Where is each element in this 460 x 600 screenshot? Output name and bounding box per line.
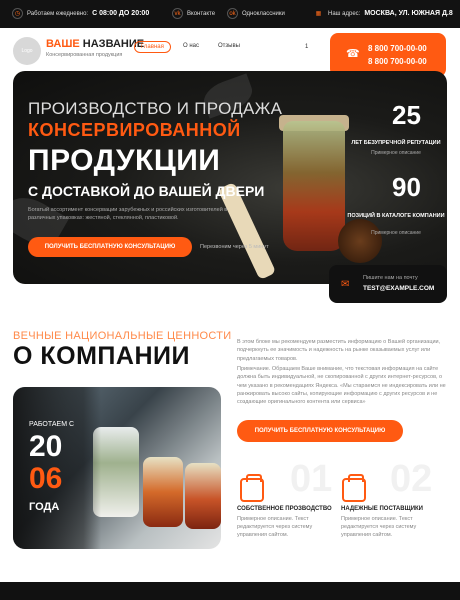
mail-icon: ✉ (341, 279, 350, 290)
phone-1[interactable]: 8 800 700-00-00 (368, 44, 427, 53)
top-bar: ◷ Работаем ежедневно: С 08:00 ДО 20:00 v… (0, 0, 460, 28)
since-label: РАБОТАЕМ С (29, 421, 75, 428)
hours-label: Работаем ежедневно: (27, 10, 89, 17)
stat-years-value: 25 (392, 100, 421, 130)
phone-2[interactable]: 8 800 700-00-00 (368, 57, 427, 66)
social-ok-label: Одноклассники (242, 10, 285, 17)
hero-description: Богатый ассортимент консервации зарубежн… (28, 207, 228, 221)
about-kicker: ВЕЧНЫЕ НАЦИОНАЛЬНЫЕ ЦЕННОСТИ (13, 330, 232, 342)
hero-callback-note: Перезвоним через 5 минут (200, 244, 269, 250)
feature-1-number: 01 (290, 458, 333, 500)
since-years-word: ГОДА (29, 501, 60, 513)
feature-1-description: Примерное описание. Текст редактируется … (237, 516, 313, 538)
feature-2-title: НАДЕЖНЫЕ ПОСТАВЩИКИ (341, 506, 423, 512)
email-label: Пишите нам на почту (363, 275, 418, 281)
logo-subtitle: Консервированная продукция (46, 52, 123, 58)
spice-bowl-image (338, 219, 382, 263)
pickle-jar-image (283, 121, 345, 251)
ok-icon: ok (227, 8, 238, 19)
phone-icon: ☎ (346, 48, 360, 60)
clock-icon: ◷ (12, 8, 23, 19)
hero-line-3: ПРОДУКЦИИ (28, 144, 221, 177)
nav-reviews[interactable]: Отзывы (218, 43, 240, 49)
hero-consultation-button[interactable]: ПОЛУЧИТЬ БЕСПЛАТНУЮ КОНСУЛЬТАЦИЮ (28, 237, 192, 257)
jar-image (143, 457, 183, 527)
hero-line-1: ПРОИЗВОДСТВО И ПРОДАЖА (28, 99, 283, 118)
building-icon: ▦ (315, 10, 322, 17)
email-box[interactable]: ✉ Пишите нам на почту TEST@EXAMPLE.COM (329, 265, 447, 303)
feature-2-description: Примерное описание. Текст редактируется … (341, 516, 417, 538)
stat-years-label: ЛЕТ БЕЗУПРЕЧНОЙ РЕПУТАЦИИ (351, 140, 441, 146)
hero-line-4: С ДОСТАВКОЙ ДО ВАШЕЙ ДВЕРИ (28, 183, 265, 199)
footer-bar (0, 582, 460, 600)
working-hours: ◷ Работаем ежедневно: С 08:00 ДО 20:00 (12, 8, 149, 19)
email-value[interactable]: TEST@EXAMPLE.COM (363, 285, 434, 292)
address-label: Наш адрес: (328, 10, 361, 17)
social-ok-link[interactable]: ok Одноклассники (227, 8, 285, 19)
stat-catalog-label: ПОЗИЦИЙ В КАТАЛОГЕ КОМПАНИИ (347, 213, 445, 219)
logo[interactable]: Logo (13, 37, 41, 65)
feature-1-title: СОБСТВЕННОЕ ПРОЗВОДСТВО (237, 506, 332, 512)
social-vk-link[interactable]: vk Вконтакте (172, 8, 215, 19)
feature-2-number: 02 (390, 458, 433, 500)
since-year-part1: 20 (29, 430, 63, 463)
vk-icon: vk (172, 8, 183, 19)
about-consultation-button[interactable]: ПОЛУЧИТЬ БЕСПЛАТНУЮ КОНСУЛЬТАЦИЮ (237, 420, 403, 442)
logo-title[interactable]: ВАШЕ НАЗВАНИЕ (46, 38, 144, 50)
nav-about[interactable]: О нас (183, 43, 199, 49)
social-vk-label: Вконтакте (187, 10, 216, 17)
about-paragraph-1: В этом блоке мы рекомендуем разместить и… (237, 339, 441, 362)
hours-value: С 08:00 ДО 20:00 (92, 10, 150, 17)
address-value: МОСКВА, УЛ. ЮЖНАЯ Д.8 (364, 10, 453, 17)
factory-icon (240, 474, 264, 502)
since-year-part2: 06 (29, 462, 63, 495)
stat-catalog-sub: Примерное описание (371, 230, 421, 236)
nav-home[interactable]: Главная (134, 41, 171, 53)
crate-icon (342, 474, 366, 502)
address: ▦ Наш адрес: МОСКВА, УЛ. ЮЖНАЯ Д.8 (313, 8, 453, 19)
cart-count[interactable]: 1 (305, 44, 308, 50)
stat-years-sub: Примерное описание (371, 150, 421, 156)
about-paragraph-2: Примечание. Обращаем Ваше внимание, что … (237, 366, 446, 405)
hero-line-2: КОНСЕРВИРОВАННОЙ (28, 120, 241, 140)
about-title: О КОМПАНИИ (13, 342, 190, 370)
stat-catalog-value: 90 (392, 172, 421, 202)
logo-title-part1: ВАШЕ (46, 38, 80, 50)
jar-image (185, 463, 221, 529)
